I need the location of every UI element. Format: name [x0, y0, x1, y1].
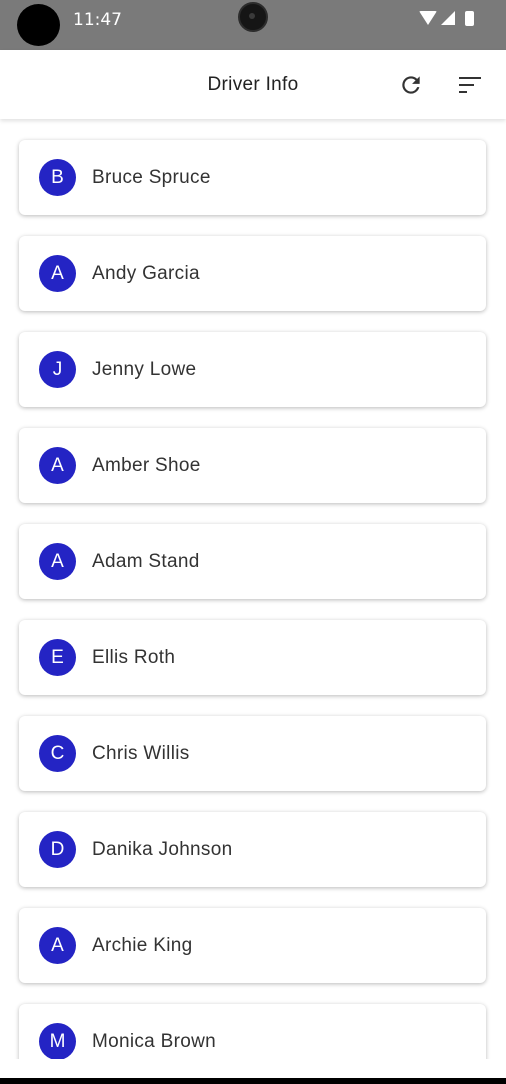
driver-name: Danika Johnson — [92, 839, 233, 860]
driver-name: Jenny Lowe — [92, 359, 197, 380]
app-bar: Driver Info — [0, 50, 506, 119]
avatar: A — [39, 543, 76, 580]
sort-icon — [459, 77, 481, 93]
driver-card[interactable]: A Andy Garcia — [19, 236, 486, 311]
driver-card[interactable]: M Monica Brown — [19, 1004, 486, 1059]
avatar: M — [39, 1023, 76, 1059]
navigation-bar — [0, 1078, 506, 1084]
avatar: A — [39, 927, 76, 964]
driver-card[interactable]: C Chris Willis — [19, 716, 486, 791]
driver-name: Amber Shoe — [92, 455, 201, 476]
front-camera — [238, 2, 268, 32]
status-bar: 11:47 — [0, 0, 506, 50]
driver-card[interactable]: E Ellis Roth — [19, 620, 486, 695]
status-time: 11:47 — [73, 10, 122, 30]
driver-card[interactable]: J Jenny Lowe — [19, 332, 486, 407]
driver-name: Adam Stand — [92, 551, 200, 572]
driver-card[interactable]: A Amber Shoe — [19, 428, 486, 503]
wifi-icon — [419, 11, 437, 25]
avatar: C — [39, 735, 76, 772]
driver-name: Andy Garcia — [92, 263, 200, 284]
driver-card[interactable]: A Adam Stand — [19, 524, 486, 599]
avatar: B — [39, 159, 76, 196]
driver-card[interactable]: B Bruce Spruce — [19, 140, 486, 215]
status-icons — [419, 10, 474, 26]
page-title: Driver Info — [207, 74, 299, 95]
driver-name: Ellis Roth — [92, 647, 176, 668]
driver-card[interactable]: A Archie King — [19, 908, 486, 983]
driver-name: Archie King — [92, 935, 193, 956]
sort-button[interactable] — [457, 74, 483, 96]
cell-signal-icon — [441, 11, 455, 25]
avatar: A — [39, 255, 76, 292]
driver-card[interactable]: D Danika Johnson — [19, 812, 486, 887]
refresh-button[interactable] — [398, 72, 424, 98]
driver-name: Bruce Spruce — [92, 167, 211, 188]
avatar: A — [39, 447, 76, 484]
battery-icon — [465, 10, 474, 26]
driver-list[interactable]: B Bruce Spruce A Andy Garcia J Jenny Low… — [0, 119, 506, 1059]
refresh-icon — [402, 76, 420, 94]
camera-cutout — [17, 4, 60, 46]
avatar: J — [39, 351, 76, 388]
avatar: E — [39, 639, 76, 676]
driver-name: Chris Willis — [92, 743, 190, 764]
driver-name: Monica Brown — [92, 1031, 216, 1052]
avatar: D — [39, 831, 76, 868]
